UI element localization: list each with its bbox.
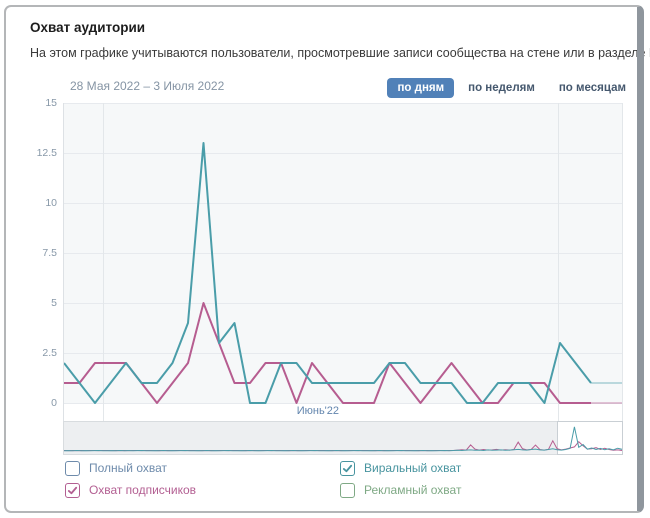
main-chart[interactable]: Июнь'22	[63, 103, 623, 421]
y-tick-label: 15	[0, 97, 57, 109]
legend-viral-reach[interactable]: Виральный охват	[340, 457, 461, 479]
y-tick-label: 5	[0, 297, 57, 309]
checkbox-unchecked-icon[interactable]	[65, 461, 80, 476]
y-tick-label: 10	[0, 197, 57, 209]
legend-item-label: Охват подписчиков	[89, 483, 196, 497]
chart-lines	[64, 103, 622, 421]
checkbox-unchecked-icon[interactable]	[340, 483, 355, 498]
legend-ad-reach[interactable]: Рекламный охват	[340, 479, 461, 501]
page-title: Охват аудитории	[30, 20, 145, 35]
date-range-label: 28 Мая 2022 – 3 Июля 2022	[70, 79, 224, 93]
tab-by-days[interactable]: по дням	[387, 78, 454, 98]
y-tick-label: 7.5	[0, 247, 57, 259]
legend-item-label: Полный охват	[89, 461, 167, 475]
checkbox-checked-icon[interactable]	[340, 461, 355, 476]
legend-column: Полный охват Охват подписчиков	[65, 457, 196, 501]
y-tick-label: 12.5	[0, 147, 57, 159]
checkbox-checked-icon[interactable]	[65, 483, 80, 498]
minimap-brush[interactable]	[63, 421, 623, 455]
y-tick-label: 0	[0, 397, 57, 409]
tab-by-months[interactable]: по месяцам	[549, 78, 636, 98]
legend-item-label: Виральный охват	[364, 461, 461, 475]
legend-column: Виральный охват Рекламный охват	[340, 457, 461, 501]
legend-full-reach[interactable]: Полный охват	[65, 457, 196, 479]
series-line	[64, 303, 591, 403]
series-line	[64, 143, 591, 403]
y-tick-label: 2.5	[0, 347, 57, 359]
period-tabs: по днямпо неделямпо месяцам	[387, 78, 636, 98]
minimap-lines	[64, 422, 622, 454]
legend-item-label: Рекламный охват	[364, 483, 461, 497]
legend-subscribers-reach[interactable]: Охват подписчиков	[65, 479, 196, 501]
minimap-series-line	[64, 427, 622, 451]
chart-description: На этом графике учитываются пользователи…	[30, 46, 650, 60]
tab-by-weeks[interactable]: по неделям	[458, 78, 545, 98]
